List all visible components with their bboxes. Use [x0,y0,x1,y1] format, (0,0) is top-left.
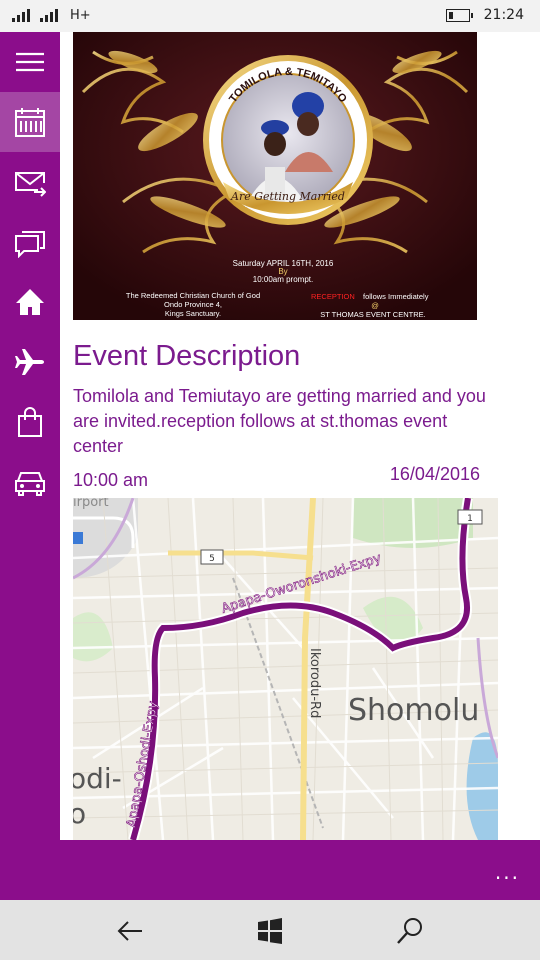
map-label-area2a: odi- [73,762,122,795]
road-shield-5: 5 [209,554,215,564]
sidebar-item-car[interactable] [0,452,60,512]
invite-reception-rest: follows Immediately [363,292,429,301]
search-button[interactable] [395,916,425,946]
start-button[interactable] [255,916,285,946]
event-location-map[interactable]: 5 1 irport Apapa-Oworonshoki-Expy Ikorod… [73,498,498,840]
search-icon [397,918,422,944]
event-description: Tomilola and Temiutayo are getting marri… [73,386,486,456]
sidebar-item-calendar[interactable] [0,92,60,152]
sidebar-item-mail[interactable] [0,152,60,212]
sidebar [0,32,60,840]
calendar-icon [15,108,45,137]
invite-church-1: The Redeemed Christian Church of God [126,291,260,300]
sidebar-item-home[interactable] [0,272,60,332]
signal-icon-2 [40,6,58,22]
map-canvas: 5 1 irport Apapa-Oworonshoki-Expy Ikorod… [73,498,498,840]
map-label-area2b: o [73,797,86,830]
back-arrow-icon [117,921,142,941]
sidebar-item-shopping[interactable] [0,392,60,452]
event-date: 16/04/2016 [389,464,480,484]
sidebar-item-chat[interactable] [0,212,60,272]
status-bar: H+ 21:24 [0,0,540,32]
invite-church-3: Kings Sanctuary. [165,309,221,318]
hamburger-menu-button[interactable] [0,32,60,92]
battery-icon [445,8,473,22]
chat-icon [15,231,45,258]
app-bar: ... [0,840,540,900]
invitation-artwork: TOMILOLA & TEMITAYO Are Getting Married … [73,32,477,320]
invite-time: 10:00am prompt. [253,275,313,284]
status-left: H+ [12,6,91,23]
airplane-icon [15,349,44,375]
invite-tagline: Are Getting Married [230,190,345,203]
sidebar-item-travel[interactable] [0,332,60,392]
home-icon [16,289,44,315]
clock: 21:24 [483,7,524,23]
event-title: Event Description [73,340,301,372]
road-shield-1: 1 [467,514,473,524]
event-time: 10:00 am [73,470,149,490]
hamburger-menu-icon [16,52,44,72]
invite-venue: ST THOMAS EVENT CENTRE. [320,310,425,319]
invite-at: @ [371,301,379,310]
car-icon [15,472,45,496]
map-label-area: Shomolu [348,693,479,728]
invite-church-2: Ondo Province 4, [164,300,222,309]
map-label-airport: irport [73,498,109,510]
network-type: H+ [70,8,91,23]
event-details-panel: TOMILOLA & TEMITAYO Are Getting Married … [60,32,540,840]
shopping-bag-icon [18,407,42,437]
map-label-road2: Ikorodu-Rd [307,648,322,718]
wedding-invitation-image: TOMILOLA & TEMITAYO Are Getting Married … [73,32,477,320]
invite-reception-word: RECEPTION [311,292,355,301]
system-nav-bar [0,900,540,960]
mail-forward-icon [15,172,46,197]
windows-logo-icon [258,918,282,944]
back-button[interactable] [115,916,145,946]
signal-icon [12,6,30,22]
more-options-button[interactable]: ... [495,860,520,884]
